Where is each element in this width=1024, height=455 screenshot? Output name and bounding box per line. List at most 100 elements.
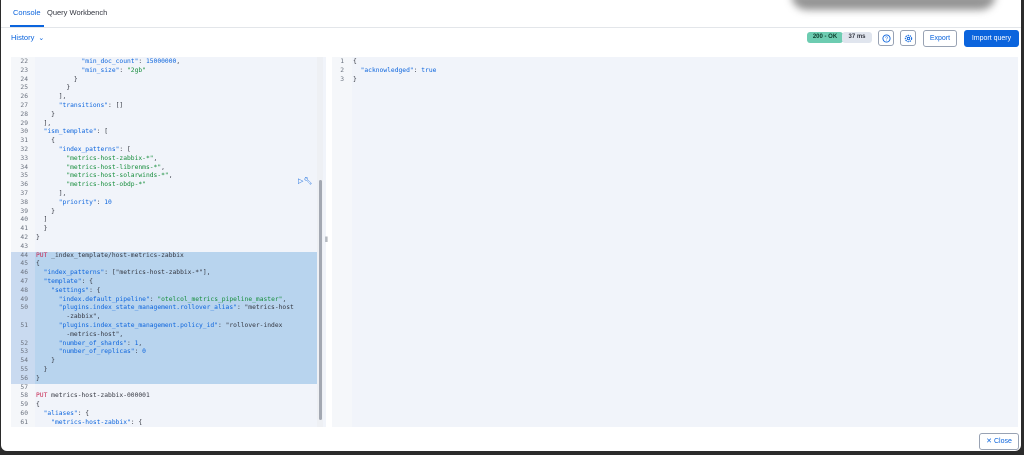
line-number: 40 <box>20 216 28 224</box>
response-viewer: 1{2 "acknowledged": true 3} <box>332 57 1018 427</box>
svg-text:?: ? <box>885 36 888 42</box>
line-number: 51 <box>20 322 28 329</box>
line-number: 28 <box>20 110 28 118</box>
close-button[interactable]: ✕ Close <box>979 433 1019 450</box>
editor-scrollbar-thumb[interactable] <box>319 180 322 420</box>
code-text: ] <box>36 216 48 224</box>
editor-line: 44 PUT _index_template/host-metrics-zabbi… <box>11 252 321 261</box>
editor-line: -metrics-host", <box>11 331 321 340</box>
line-number: 47 <box>20 278 28 285</box>
code-text: "template": { <box>43 278 93 285</box>
editor-line: 47 "template": { <box>11 278 321 287</box>
line-number: 2 <box>340 66 344 74</box>
line-number: 49 <box>20 295 28 303</box>
editor-line: 30 "ism_template": [ <box>11 128 321 137</box>
line-number: 56 <box>20 374 28 382</box>
code-text: "metrics-host-solarwinds-*", <box>66 172 173 180</box>
import-query-button[interactable]: Import query <box>964 30 1019 47</box>
response-line: 1{ <box>332 58 632 67</box>
export-button[interactable]: Export <box>923 30 957 47</box>
editor-line: 36 "metrics-host-obdp-*" <box>11 181 321 190</box>
tab-query-workbench[interactable]: Query Workbench <box>47 8 107 17</box>
editor-line: 43 <box>11 243 321 252</box>
code-text: "index_patterns": [ <box>58 146 131 153</box>
line-number: 55 <box>20 366 28 373</box>
editor-line: 61 "metrics-host-zabbix": { <box>11 419 321 427</box>
code-text: { <box>36 401 40 409</box>
editor-line: 38 "priority": 10 <box>11 199 321 208</box>
editor-line: 24 } <box>11 76 321 85</box>
editor-line: 23 "min_size": "2gb" <box>11 67 321 76</box>
response-line: 2 "acknowledged": true <box>332 67 632 76</box>
line-number: 29 <box>20 119 28 127</box>
status-badge: 200 - OK <box>807 32 843 43</box>
code-text: PUT _index_template/host-metrics-zabbix <box>36 251 184 259</box>
editor-line: 39 } <box>11 208 321 217</box>
line-number: 23 <box>20 66 28 74</box>
editor-line: -zabbix", <box>11 313 321 322</box>
code-text: } <box>36 207 55 215</box>
request-actions: ▷🔧︎ <box>298 177 312 185</box>
code-text: "plugins.index_state_management.rollover… <box>58 304 294 312</box>
editor-line: 59 { <box>11 401 321 410</box>
history-label: History <box>11 33 35 42</box>
code-text: "settings": { <box>51 286 101 294</box>
code-text: } <box>36 110 55 118</box>
editor-line: 40 ] <box>11 216 321 225</box>
code-text: "metrics-host-obdp-*" <box>66 181 146 189</box>
editor-line: 31 { <box>11 137 321 146</box>
editor-line: 34 "metrics-host-librenms-*", <box>11 164 321 173</box>
line-number: 54 <box>20 357 28 365</box>
code-text: } <box>36 225 48 233</box>
line-number: 35 <box>20 172 28 180</box>
code-text: "priority": 10 <box>58 198 112 206</box>
code-text: "metrics-host-zabbix": { <box>51 418 143 426</box>
code-text: } <box>353 75 357 83</box>
resize-handle[interactable]: ‖ <box>325 237 328 244</box>
response-line: 3} <box>332 76 632 85</box>
line-number: 57 <box>20 383 28 391</box>
editor-line: 45 { <box>11 260 321 269</box>
code-text: { <box>353 58 357 65</box>
code-text: ], <box>36 119 52 127</box>
code-text: "min_doc_count": 15000000, <box>81 58 181 65</box>
query-editor[interactable]: 22 "min_doc_count": 15000000, 23 "min_siz… <box>11 57 326 427</box>
code-text: "aliases": { <box>43 410 90 417</box>
line-number: 46 <box>20 269 28 277</box>
response-time-badge: 37 ms <box>842 32 872 43</box>
settings-button[interactable] <box>900 30 916 46</box>
line-number: 61 <box>20 418 28 426</box>
code-text: "index_patterns": ["metrics-host-zabbix-… <box>43 269 211 277</box>
editor-line: 46 "index_patterns": ["metrics-host-zabb… <box>11 269 321 278</box>
code-text: } <box>36 374 40 382</box>
history-dropdown[interactable]: History ⌄ <box>11 33 44 42</box>
line-number: 33 <box>20 154 28 162</box>
line-number: 3 <box>340 75 344 83</box>
editor-line: 54 } <box>11 357 321 366</box>
code-text: { <box>36 137 55 145</box>
editor-line: 55 } <box>11 366 321 375</box>
code-text: "metrics-host-librenms-*", <box>66 163 165 171</box>
line-number: 25 <box>20 84 28 92</box>
line-number: 37 <box>20 190 28 197</box>
code-text: "transitions": [] <box>58 102 124 109</box>
editor-line: 22 "min_doc_count": 15000000, <box>11 58 321 67</box>
line-number: 36 <box>20 181 28 189</box>
line-number: 42 <box>20 234 28 241</box>
line-number: 32 <box>20 146 28 153</box>
code-text: "index.default_pipeline": "otelcol_metri… <box>58 295 287 303</box>
line-number: 59 <box>20 401 28 409</box>
line-number: 26 <box>20 93 28 101</box>
line-number: 39 <box>20 207 28 215</box>
code-text: "ism_template": [ <box>43 128 109 136</box>
editor-line: 27 "transitions": [] <box>11 102 321 111</box>
line-number: 50 <box>20 304 28 312</box>
code-text: -zabbix", <box>36 313 101 321</box>
wrench-icon[interactable]: 🔧︎ <box>303 178 312 185</box>
help-button[interactable]: ? <box>878 30 894 46</box>
tab-console[interactable]: Console <box>13 8 41 17</box>
editor-line: 51 "plugins.index_state_management.polic… <box>11 322 321 331</box>
gear-icon <box>904 34 912 42</box>
code-text: "min_size": "2gb" <box>81 66 146 74</box>
line-number: 53 <box>20 348 28 356</box>
